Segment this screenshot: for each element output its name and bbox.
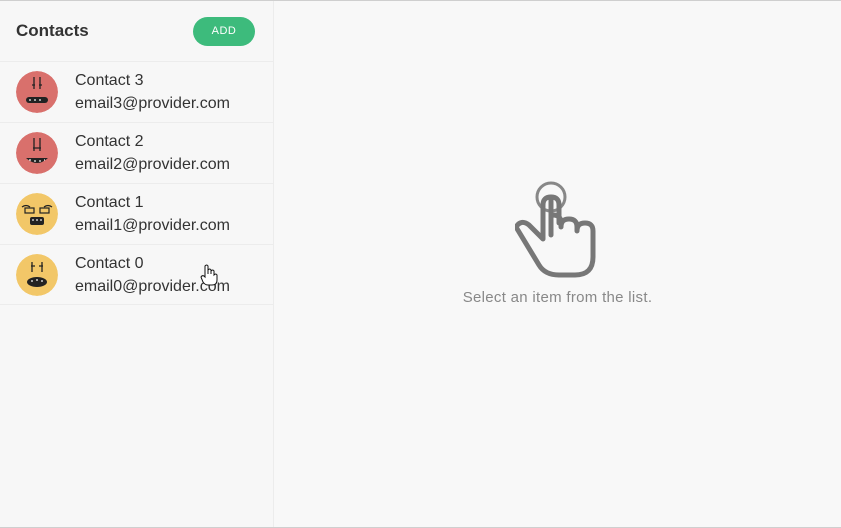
list-item[interactable]: Contact 2 email2@provider.com [0,122,273,183]
main-panel: Select an item from the list. [274,1,841,527]
contact-details: Contact 1 email1@provider.com [75,191,230,237]
avatar [16,71,58,113]
add-contact-button[interactable]: ADD [193,16,255,46]
sidebar-header: Contacts ADD [0,1,273,61]
contact-name: Contact 1 [75,194,144,211]
contact-list: Contact 3 email3@provider.com Contact 2 … [0,61,273,305]
avatar [16,132,58,174]
avatar [16,193,58,235]
contact-details: Contact 2 email2@provider.com [75,130,230,176]
app-window: Contacts ADD Contact 3 email3@provider.c… [0,0,841,528]
hand-cursor-icon [200,264,218,286]
contact-name: Contact 3 [75,72,144,89]
contact-email: email2@provider.com [75,156,230,173]
contact-details: Contact 3 email3@provider.com [75,69,230,115]
list-item[interactable]: Contact 1 email1@provider.com [0,183,273,244]
empty-state-message: Select an item from the list. [462,289,653,306]
sidebar: Contacts ADD Contact 3 email3@provider.c… [0,1,274,527]
contact-name: Contact 2 [75,133,144,150]
list-item[interactable]: Contact 3 email3@provider.com [0,61,273,122]
sidebar-title: Contacts [16,21,89,40]
pointing-hand-icon [514,181,595,278]
list-item[interactable]: Contact 0 email0@provider.com [0,244,273,305]
contact-email: email1@provider.com [75,217,230,234]
avatar [16,253,58,296]
contact-email: email3@provider.com [75,95,230,112]
